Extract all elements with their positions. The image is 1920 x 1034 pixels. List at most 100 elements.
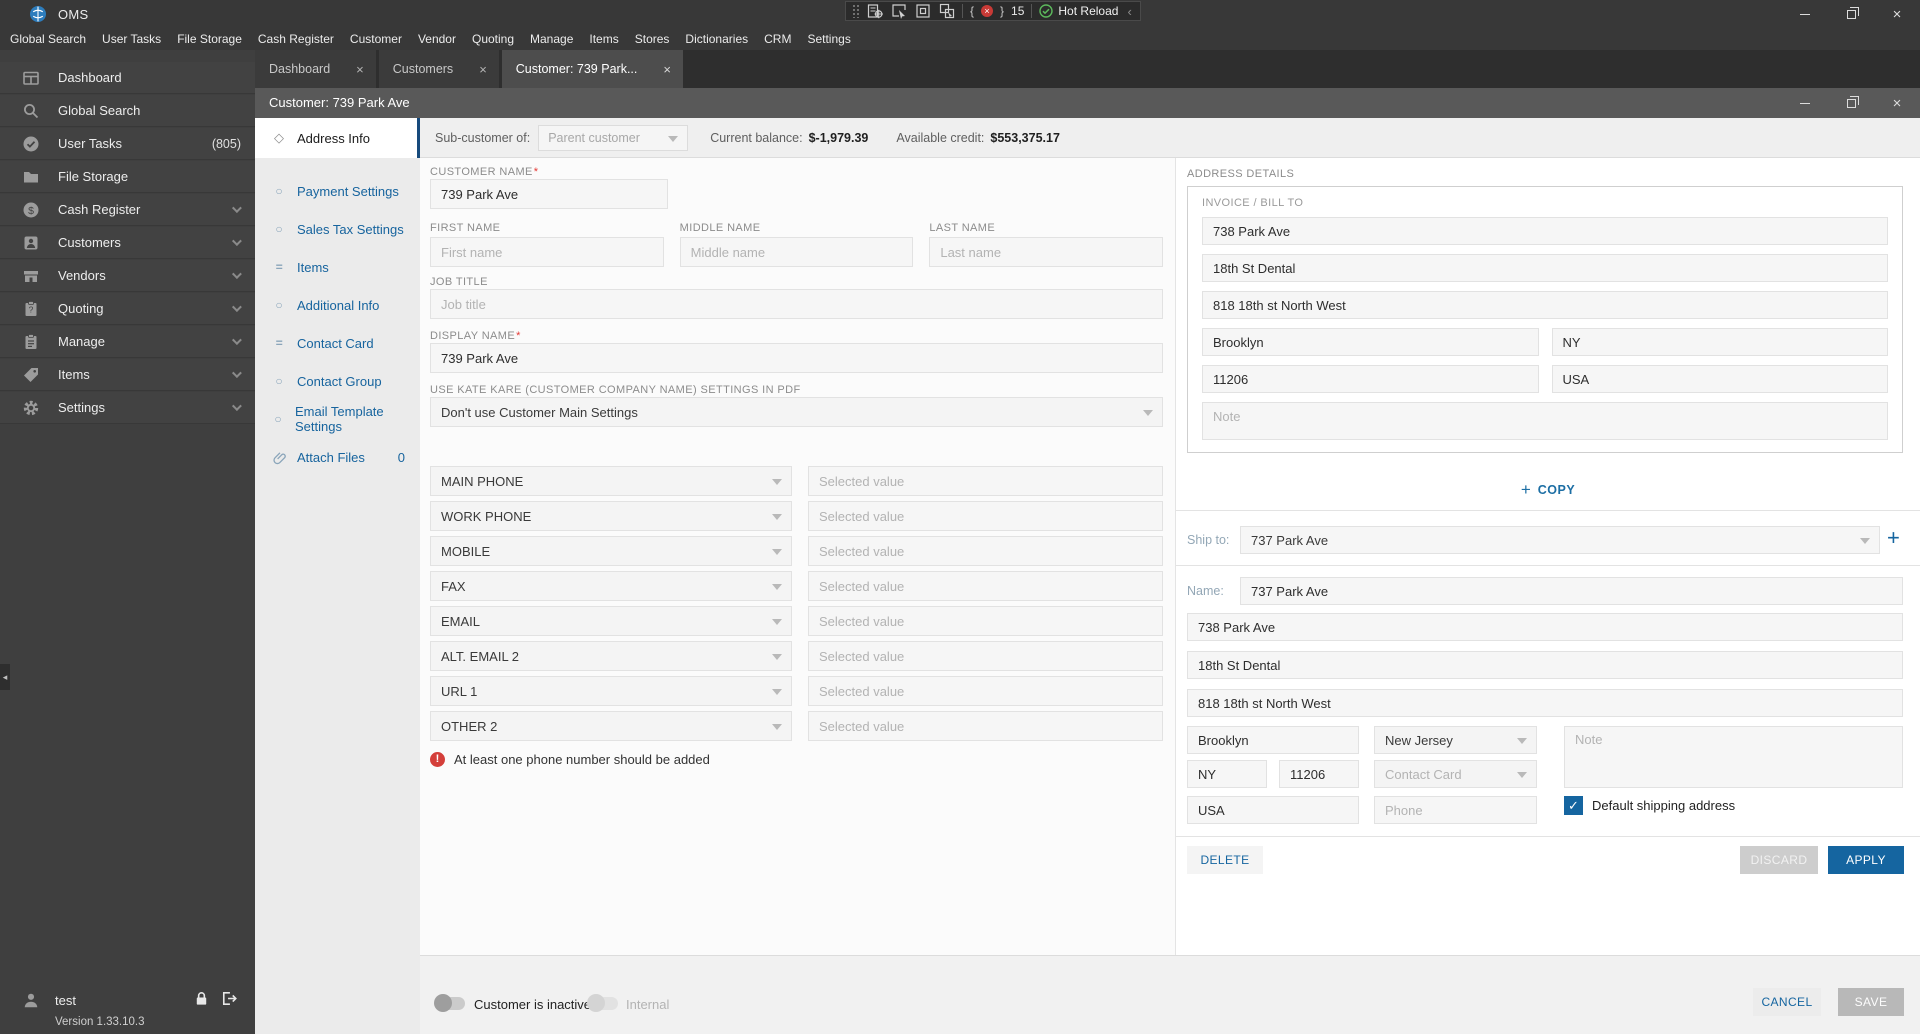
overlay-collapse-icon[interactable]: ‹ [1125, 4, 1133, 19]
menu-crm[interactable]: CRM [756, 28, 799, 50]
phone-type-dropdown[interactable]: WORK PHONE [430, 501, 792, 531]
menu-manage[interactable]: Manage [522, 28, 581, 50]
ship-phone-input[interactable] [1374, 796, 1537, 824]
window-minimize-button[interactable] [1782, 88, 1828, 118]
phone-type-dropdown[interactable]: ALT. EMAIL 2 [430, 641, 792, 671]
sidebar-item-items[interactable]: Items [0, 359, 255, 391]
sidebar-item-user-tasks[interactable]: User Tasks (805) [0, 128, 255, 160]
nav-additional-info[interactable]: ○ Additional Info [255, 286, 417, 324]
track-element-icon[interactable] [938, 3, 955, 20]
save-button[interactable]: SAVE [1838, 988, 1904, 1016]
phone-type-dropdown[interactable]: MAIN PHONE [430, 466, 792, 496]
ship-state-input[interactable] [1187, 760, 1267, 788]
fax-input[interactable] [808, 571, 1163, 601]
sidebar-item-cash-register[interactable]: $ Cash Register [0, 194, 255, 226]
menu-user-tasks[interactable]: User Tasks [94, 28, 169, 50]
phone-type-dropdown[interactable]: OTHER 2 [430, 711, 792, 741]
default-shipping-checkbox[interactable]: ✓ [1564, 796, 1583, 815]
sidebar-item-quoting[interactable]: ? Quoting [0, 293, 255, 325]
sidebar-item-dashboard[interactable]: Dashboard [0, 62, 255, 94]
bill-to-state-input[interactable] [1551, 328, 1888, 356]
ship-address-line1-input[interactable] [1187, 613, 1903, 641]
menu-items[interactable]: Items [581, 28, 626, 50]
sidebar-item-global-search[interactable]: Global Search [0, 95, 255, 127]
ship-address-line2-input[interactable] [1187, 651, 1903, 679]
hot-reload-button[interactable]: Hot Reload [1039, 4, 1118, 18]
ship-note-input[interactable] [1564, 726, 1903, 788]
work-phone-input[interactable] [808, 501, 1163, 531]
display-layout-icon[interactable] [914, 3, 931, 20]
display-name-input[interactable] [430, 343, 1163, 373]
window-restore-button[interactable] [1828, 88, 1874, 118]
mobile-input[interactable] [808, 536, 1163, 566]
other-2-input[interactable] [808, 711, 1163, 741]
discard-button[interactable]: DISCARD [1740, 846, 1818, 874]
phone-type-dropdown[interactable]: FAX [430, 571, 792, 601]
sidebar-item-manage[interactable]: Manage [0, 326, 255, 358]
phone-type-dropdown[interactable]: EMAIL [430, 606, 792, 636]
app-minimize-button[interactable] [1782, 0, 1828, 28]
ship-country-input[interactable] [1187, 796, 1359, 824]
bill-to-country-input[interactable] [1551, 365, 1888, 393]
ship-state-dropdown[interactable]: New Jersey [1374, 726, 1537, 754]
close-icon[interactable]: × [356, 62, 364, 77]
cancel-button[interactable]: CANCEL [1753, 988, 1821, 1016]
copy-address-button[interactable]: + COPY [1176, 480, 1920, 500]
url-1-input[interactable] [808, 676, 1163, 706]
nav-payment-settings[interactable]: ○ Payment Settings [255, 172, 417, 210]
tab-customers[interactable]: Customers × [378, 50, 499, 88]
binding-errors-icon[interactable]: × [981, 5, 994, 17]
sidebar-collapse-handle[interactable]: ◂ [0, 664, 10, 690]
menu-dictionaries[interactable]: Dictionaries [677, 28, 756, 50]
nav-attach-files[interactable]: Attach Files 0 [255, 438, 417, 476]
nav-sales-tax-settings[interactable]: ○ Sales Tax Settings [255, 210, 417, 248]
middle-name-input[interactable] [679, 237, 914, 267]
app-restore-button[interactable] [1828, 0, 1874, 28]
phone-type-dropdown[interactable]: URL 1 [430, 676, 792, 706]
tab-customer-739-park[interactable]: Customer: 739 Park... × [501, 50, 683, 88]
menu-customer[interactable]: Customer [342, 28, 410, 50]
menu-settings[interactable]: Settings [799, 28, 858, 50]
menu-vendor[interactable]: Vendor [410, 28, 464, 50]
logout-icon[interactable] [220, 990, 237, 1010]
close-icon[interactable]: × [663, 62, 671, 77]
ship-zip-input[interactable] [1279, 760, 1359, 788]
main-phone-input[interactable] [808, 466, 1163, 496]
drag-grip-icon[interactable] [852, 4, 859, 18]
parent-customer-dropdown[interactable]: Parent customer [538, 124, 689, 151]
tab-dashboard[interactable]: Dashboard × [255, 50, 376, 88]
nav-contact-group[interactable]: ○ Contact Group [255, 362, 417, 400]
internal-toggle[interactable] [587, 994, 618, 1012]
nav-items[interactable]: = Items [255, 248, 417, 286]
email-input[interactable] [808, 606, 1163, 636]
job-title-input[interactable] [430, 289, 1163, 319]
sidebar-item-customers[interactable]: Customers [0, 227, 255, 259]
window-close-button[interactable]: × [1874, 88, 1920, 118]
menu-quoting[interactable]: Quoting [464, 28, 522, 50]
binding-errors-count[interactable]: 15 [1011, 4, 1024, 18]
sidebar-item-settings[interactable]: Settings [0, 392, 255, 424]
alt-email-2-input[interactable] [808, 641, 1163, 671]
first-name-input[interactable] [430, 237, 664, 267]
last-name-input[interactable] [929, 237, 1164, 267]
add-shipping-address-button[interactable]: + [1887, 527, 1900, 549]
bill-to-city-input[interactable] [1202, 328, 1539, 356]
nav-address-info[interactable]: ◇ Address Info [255, 118, 417, 158]
ship-contact-card-dropdown[interactable]: Contact Card [1374, 760, 1537, 788]
nav-contact-card[interactable]: = Contact Card [255, 324, 417, 362]
bill-to-zip-input[interactable] [1202, 365, 1539, 393]
select-element-icon[interactable] [890, 3, 907, 20]
ship-to-dropdown[interactable]: 737 Park Ave [1240, 526, 1880, 554]
sidebar-item-vendors[interactable]: Vendors [0, 260, 255, 292]
close-icon[interactable]: × [479, 62, 487, 77]
bill-to-street-input[interactable] [1202, 291, 1888, 319]
bill-to-name-input[interactable] [1202, 217, 1888, 245]
lock-icon[interactable] [193, 990, 210, 1010]
phone-type-dropdown[interactable]: MOBILE [430, 536, 792, 566]
menu-stores[interactable]: Stores [627, 28, 678, 50]
bill-to-note-input[interactable] [1202, 402, 1888, 440]
ship-address-line3-input[interactable] [1187, 689, 1903, 717]
apply-button[interactable]: APPLY [1828, 846, 1904, 874]
sidebar-item-file-storage[interactable]: File Storage [0, 161, 255, 193]
menu-cash-register[interactable]: Cash Register [250, 28, 342, 50]
